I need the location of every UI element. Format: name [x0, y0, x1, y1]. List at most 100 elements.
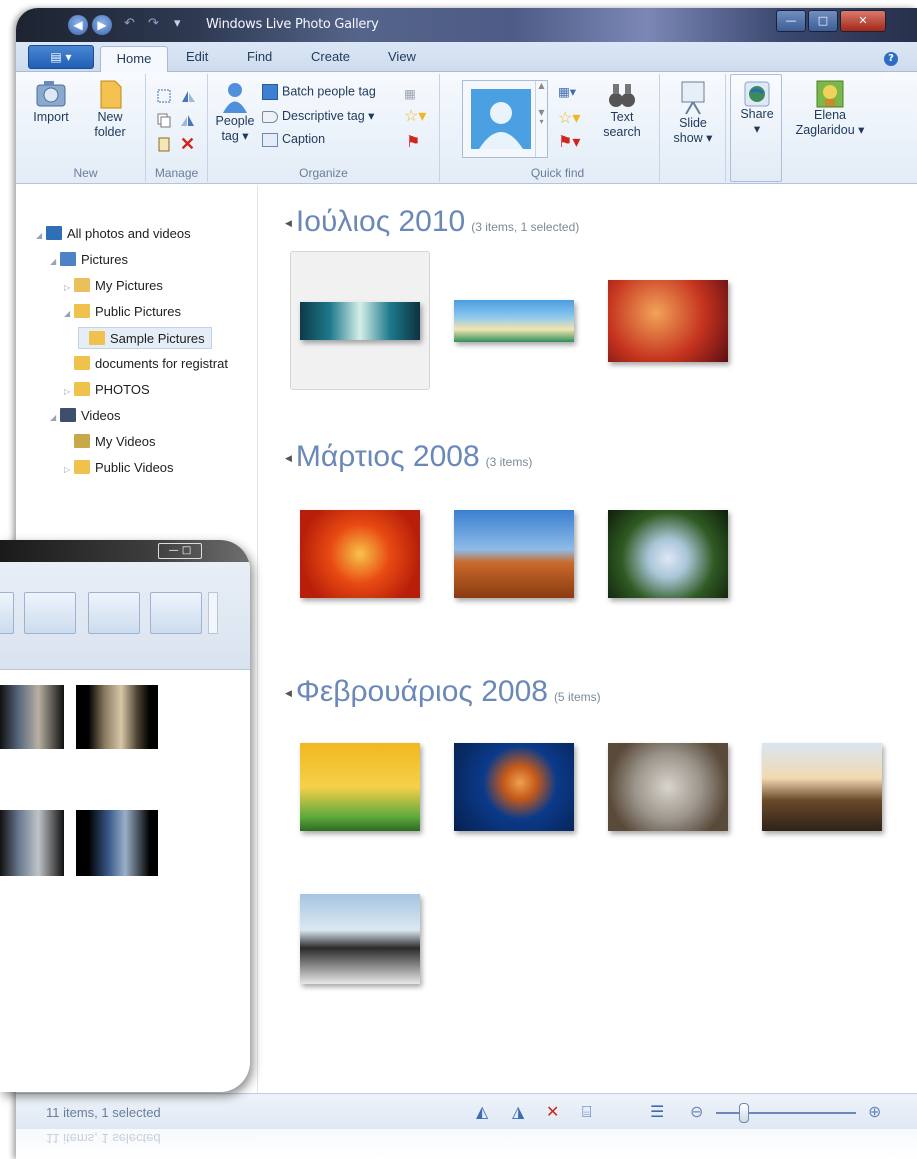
rotate-left-icon[interactable]: ◭	[476, 1102, 488, 1121]
photo-thumbnail-waterfall[interactable]	[300, 302, 420, 340]
undo-icon[interactable]: ↶	[124, 16, 135, 31]
account-button[interactable]: Elena Zaglaridou ▾	[784, 80, 876, 138]
share-button[interactable]: Share ▾	[730, 74, 782, 182]
tree-item-photos[interactable]: ▷ PHOTOS	[64, 379, 150, 401]
caption-icon	[262, 132, 278, 147]
caption-button[interactable]: Caption	[262, 132, 325, 147]
zoom-slider-thumb[interactable]	[739, 1103, 749, 1123]
help-icon[interactable]: ?	[884, 52, 898, 66]
close-button[interactable]: ✕	[840, 10, 886, 32]
photo-thumbnail-beach[interactable]	[454, 300, 574, 342]
flag-filter-icon[interactable]: ⚑▾	[558, 132, 580, 152]
import-button[interactable]: Import	[26, 78, 76, 125]
app-root: ◀ ▶ ↶ ↷ ▾ Windows Live Photo Gallery — □…	[0, 0, 917, 1159]
tree-item-my-videos[interactable]: My Videos	[64, 431, 155, 453]
tree-item-documents-for-registration[interactable]: documents for registrat	[64, 353, 228, 375]
delete-icon[interactable]: ✕	[546, 1102, 559, 1121]
window-title: Windows Live Photo Gallery	[206, 17, 379, 32]
zoom-out-icon[interactable]: ⊖	[690, 1102, 703, 1121]
quick-access-dropdown-icon[interactable]: ▾	[174, 16, 181, 31]
tree-item-sample-pictures[interactable]: Sample Pictures	[78, 327, 212, 349]
photo-thumbnail-penguins[interactable]	[300, 894, 420, 984]
photo-thumbnail[interactable]	[76, 810, 158, 876]
gallery-scroll[interactable]	[208, 592, 218, 634]
tree-item-public-pictures[interactable]: ◢ Public Pictures	[64, 301, 181, 323]
share-arrow: ▾	[753, 122, 761, 136]
rating-star-icon[interactable]: ☆▾	[404, 106, 426, 126]
group-header-february-2008[interactable]: ◀ Φεβρουάριος 2008 (5 items)	[285, 675, 601, 709]
photo-thumbnail[interactable]	[76, 685, 158, 749]
tab-view[interactable]: View	[388, 49, 416, 64]
people-tag-label-1: People	[215, 114, 255, 128]
tree-label: PHOTOS	[95, 382, 150, 397]
date-filter-icon[interactable]: ▦▾	[558, 84, 576, 99]
tab-home[interactable]: Home	[100, 46, 168, 73]
descriptive-tag-button[interactable]: Descriptive tag ▾	[262, 108, 374, 123]
paste-icon[interactable]	[156, 136, 172, 155]
indent-button[interactable]	[24, 592, 76, 634]
rotate-left-icon[interactable]	[180, 88, 196, 107]
collapse-icon[interactable]: ◀	[285, 218, 292, 228]
rotate-right-icon[interactable]	[180, 112, 196, 131]
details-view-icon[interactable]: ☰	[650, 1102, 664, 1121]
slide-show-label-1: Slide	[679, 116, 707, 130]
tab-create[interactable]: Create	[311, 49, 350, 64]
tab-find[interactable]: Find	[247, 49, 272, 64]
background-window-title-bar[interactable]: — □	[0, 540, 250, 562]
photo-thumbnail-canyon[interactable]	[608, 280, 728, 362]
gallery-scroll[interactable]: ▲ ▼ ▾	[535, 81, 547, 157]
zoom-in-icon[interactable]: ⊕	[868, 1102, 881, 1121]
import-label: Import	[33, 110, 69, 124]
people-picker-gallery[interactable]: ▲ ▼ ▾	[462, 80, 548, 158]
text-search-button[interactable]: Text search	[596, 80, 648, 140]
collapse-icon[interactable]: ◀	[285, 453, 292, 463]
descriptive-tag-label: Descriptive tag ▾	[282, 109, 375, 123]
group-account: Elena Zaglaridou ▾	[784, 74, 876, 182]
align-button[interactable]	[88, 592, 140, 634]
group-header-march-2008[interactable]: ◀ Μάρτιος 2008 (3 items)	[285, 440, 532, 474]
tree-item-public-videos[interactable]: ▷ Public Videos	[64, 457, 174, 479]
tree-label: My Pictures	[95, 278, 163, 293]
rating-filter-icon[interactable]: ☆▾	[558, 108, 580, 128]
photo-thumbnail-koala[interactable]	[608, 743, 728, 831]
photo-thumbnail[interactable]	[0, 810, 64, 876]
tree-item-my-pictures[interactable]: ▷ My Pictures	[64, 275, 163, 297]
background-window[interactable]: — □	[0, 540, 250, 1092]
geotag-icon[interactable]: ▦	[404, 86, 416, 101]
photo-thumbnail-hydrangeas[interactable]	[608, 510, 728, 598]
back-icon[interactable]: ◀	[68, 15, 88, 35]
photo-thumbnail-lighthouse[interactable]	[762, 743, 882, 831]
group-header-july-2010[interactable]: ◀ Ιούλιος 2010 (3 items, 1 selected)	[285, 205, 579, 239]
minimize-button[interactable]: —	[776, 10, 806, 32]
slide-show-button[interactable]: Slide show ▾	[666, 80, 720, 146]
group-organize: People tag ▾ Batch people tag ▦ Descript…	[208, 74, 440, 182]
maximize-button[interactable]: □	[808, 10, 838, 32]
new-folder-button[interactable]: New folder	[82, 78, 138, 140]
app-menu-button[interactable]: ▤ ▾	[28, 45, 94, 69]
background-window-controls[interactable]: — □	[158, 543, 202, 559]
collapse-icon[interactable]: ◀	[285, 688, 292, 698]
photo-thumbnail-jellyfish[interactable]	[454, 743, 574, 831]
wrap-button[interactable]	[150, 592, 202, 634]
people-tag-button[interactable]: People tag ▾	[212, 80, 258, 144]
tab-edit[interactable]: Edit	[186, 49, 208, 64]
rotate-right-icon[interactable]: ◮	[512, 1102, 524, 1121]
photo-thumbnail[interactable]	[0, 685, 64, 749]
tree-item-all-photos[interactable]: ◢ All photos and videos	[36, 223, 191, 245]
forward-icon[interactable]: ▶	[92, 15, 112, 35]
tree-item-pictures[interactable]: ◢ Pictures	[50, 249, 128, 271]
tree-item-videos[interactable]: ◢ Videos	[50, 405, 121, 427]
redo-icon[interactable]: ↷	[148, 16, 159, 31]
flag-icon[interactable]: ⚑	[406, 132, 420, 152]
photo-thumbnail-desert[interactable]	[454, 510, 574, 598]
photo-thumbnail-chrysanthemum[interactable]	[300, 510, 420, 598]
copy-icon[interactable]	[156, 112, 172, 131]
zoom-slider-track[interactable]	[716, 1112, 856, 1114]
slideshow-icon[interactable]: ⌸	[582, 1102, 592, 1122]
align-left-button[interactable]	[0, 592, 14, 634]
batch-people-tag-button[interactable]: Batch people tag	[262, 84, 376, 100]
photo-thumbnail-tulips[interactable]	[300, 743, 420, 831]
title-bar[interactable]: ◀ ▶ ↶ ↷ ▾ Windows Live Photo Gallery — □…	[16, 8, 917, 42]
select-all-icon[interactable]	[156, 88, 172, 107]
delete-icon[interactable]: ✕	[180, 134, 195, 155]
